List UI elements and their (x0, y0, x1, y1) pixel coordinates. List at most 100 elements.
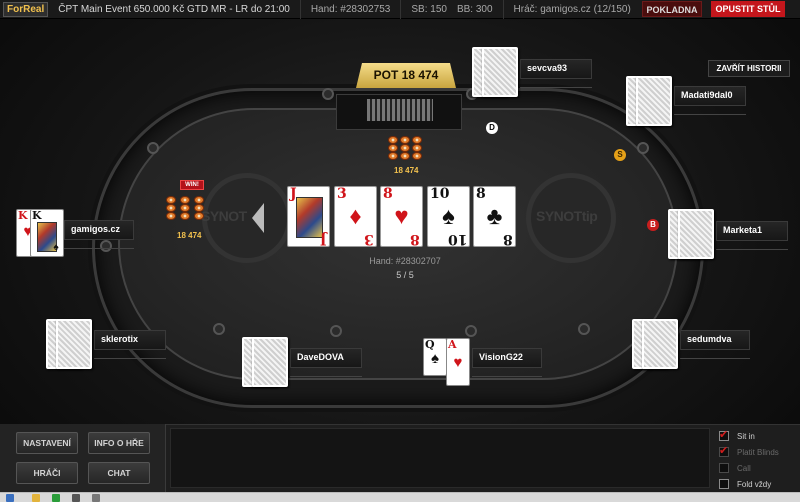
hole-card: K ♠ (30, 209, 64, 257)
seat-sevcva93[interactable]: sevcva93 (520, 59, 592, 79)
hole-card-back (642, 319, 678, 369)
chip-icon (400, 152, 410, 160)
card-rank-bottom: 3 (364, 231, 374, 247)
real-money-badge: ForReal (3, 1, 49, 17)
card-rank: Q (425, 338, 435, 351)
seat-davedova[interactable]: DaveDOVA (290, 348, 362, 368)
folder-icon[interactable] (32, 494, 40, 502)
chip-icon (166, 204, 176, 212)
call-checkbox[interactable] (719, 463, 729, 473)
card-rank-bottom: 8 (410, 231, 420, 247)
seat-sklerotix[interactable]: sklerotix (94, 330, 166, 350)
seat-madati9dal0[interactable]: Madati9dal0 (674, 86, 746, 106)
fold-always-option[interactable]: Fold vždy (719, 478, 771, 490)
rail-bolt (578, 323, 590, 335)
seat-visiong22[interactable]: VisionG22 (472, 348, 542, 368)
close-history-button[interactable]: ZAVŘÍT HISTORII (708, 60, 790, 77)
card-rank: 8 (476, 186, 486, 202)
card-suit-icon: ♠ (442, 203, 455, 230)
small-blind-button-icon: S (614, 149, 626, 161)
seat-sedumdva[interactable]: sedumdva (680, 330, 750, 350)
sit-in-option[interactable]: Sit in (719, 428, 755, 442)
chip-rack (367, 99, 433, 121)
settings-button[interactable]: NASTAVENÍ (16, 432, 78, 454)
post-blinds-label: Platit Blinds (737, 447, 779, 457)
app-icon[interactable] (52, 494, 60, 502)
call-option[interactable]: Call (719, 462, 751, 474)
player-name: sedumdva (687, 334, 732, 344)
card-rank: 10 (430, 186, 450, 202)
card-rank: 8 (383, 186, 393, 202)
card-rank-bottom: J (320, 231, 327, 247)
chip-icon (400, 144, 410, 152)
card-rank: 3 (337, 186, 347, 202)
card-rank: K (18, 209, 28, 222)
os-taskbar (0, 492, 800, 502)
board-card: JJ (287, 186, 330, 247)
poker-table-window: ForReal ČPT Main Event 650.000 Kč GTD MR… (0, 0, 800, 502)
game-info-button[interactable]: INFO O HŘE (88, 432, 150, 454)
player-name: Marketa1 (723, 225, 763, 235)
player-stack-line (64, 248, 134, 249)
player-name: sevcva93 (527, 63, 568, 73)
fold-always-label: Fold vždy (737, 479, 772, 489)
rail-bolt (637, 142, 649, 154)
win-badge: WIN! (180, 180, 204, 190)
post-blinds-option[interactable]: Platit Blinds (719, 444, 779, 458)
sit-in-checkbox[interactable] (719, 428, 729, 441)
hole-card-back (252, 337, 288, 387)
rail-bolt (330, 325, 342, 337)
start-icon[interactable] (6, 494, 14, 502)
chip-icon (194, 196, 204, 204)
board-card: 3 ♦ 3 (334, 186, 377, 247)
chat-button[interactable]: CHAT (88, 462, 150, 484)
hole-card: Q ♠ (423, 338, 447, 376)
board-card: 8 ♣ 8 (473, 186, 516, 247)
spade-suit-icon: ♠ (53, 242, 59, 253)
center-chip-amount: 18 474 (394, 166, 419, 175)
player-name: Madati9dal0 (681, 90, 733, 100)
player-info: Hráč: gamigos.cz (12/150) (513, 3, 631, 15)
chip-icon (166, 212, 176, 220)
seat-marketa1[interactable]: Marketa1 (716, 221, 788, 241)
player-name: sklerotix (101, 334, 139, 344)
synot-logo: SYNOT (201, 208, 247, 224)
hand-history-counter: 5 / 5 (396, 270, 414, 280)
card-rank: K (32, 209, 42, 222)
players-button[interactable]: HRÁČI (16, 462, 78, 484)
leave-table-button[interactable]: OPUSTIT STŮL (711, 1, 785, 17)
chip-icon (388, 144, 398, 152)
board-card: 10 ♠ 10 (427, 186, 470, 247)
fold-always-checkbox[interactable] (719, 479, 729, 489)
heart-suit-icon: ♥ (453, 354, 463, 371)
chip-icon (388, 152, 398, 160)
chip-icon (412, 136, 422, 144)
chip-icon (180, 212, 190, 220)
app-icon[interactable] (72, 494, 80, 502)
card-suit-icon: ♦ (349, 203, 362, 230)
post-blinds-checkbox[interactable] (719, 444, 729, 457)
hole-card-back (56, 319, 92, 369)
divider (299, 0, 301, 19)
app-icon[interactable] (92, 494, 100, 502)
dealer-chip-tray (336, 94, 462, 130)
rail-bolt (322, 88, 334, 100)
seat-gamigos-cz[interactable]: gamigos.cz (64, 220, 134, 240)
dealer-button-icon: D (486, 122, 498, 134)
sit-in-label: Sit in (737, 431, 755, 441)
turn-indicator-arrow-icon (252, 203, 264, 233)
player-stack-line (520, 87, 592, 88)
chip-icon (180, 196, 190, 204)
card-rank-bottom: 8 (503, 231, 513, 247)
chip-icon (412, 144, 422, 152)
previous-hand-id: Hand: #28302707 (369, 256, 441, 266)
rail-bolt (213, 323, 225, 335)
small-blind-info: SB: 150 (411, 3, 447, 15)
chat-log-area[interactable] (170, 428, 710, 488)
card-rank-bottom: 10 (447, 231, 467, 247)
cashier-button[interactable]: POKLADNA (642, 1, 702, 17)
hero-chip-amount: 18 474 (177, 231, 202, 240)
player-name: VisionG22 (479, 352, 523, 362)
call-label: Call (737, 463, 751, 473)
rail-bolt (465, 325, 477, 337)
